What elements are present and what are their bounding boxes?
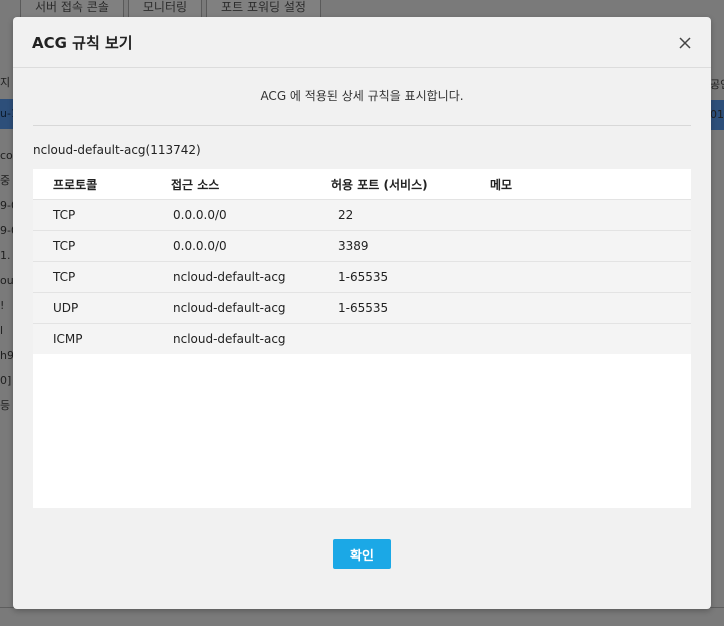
tab-monitoring[interactable]: 모니터링 — [127, 0, 203, 18]
bg-text: ! — [0, 299, 5, 312]
background-right-column: 공인 01 — [710, 72, 724, 130]
modal-title: ACG 규칙 보기 — [32, 34, 133, 52]
cell-source: ncloud-default-acg — [173, 270, 286, 284]
background-tabs: 서버 접속 콘솔 모니터링 포트 포워딩 설정 — [20, 0, 321, 18]
bg-text: 중 — [0, 174, 11, 187]
table-header: 프로토콜 접근 소스 허용 포트 (서비스) 메모 — [33, 169, 691, 200]
tab-server-console[interactable]: 서버 접속 콘솔 — [20, 0, 124, 18]
tab-port-forwarding[interactable]: 포트 포워딩 설정 — [206, 0, 321, 18]
close-icon — [679, 37, 691, 49]
cell-source: 0.0.0.0/0 — [173, 239, 227, 253]
divider — [33, 125, 691, 126]
bg-text: 1. — [0, 249, 11, 262]
header-protocol: 프로토콜 — [53, 177, 98, 192]
table-row: TCP 0.0.0.0/0 3389 — [33, 231, 691, 262]
cell-protocol: TCP — [53, 208, 76, 222]
bg-text: ou — [0, 274, 14, 287]
bg-text: 등 — [0, 399, 11, 412]
rules-table: 프로토콜 접근 소스 허용 포트 (서비스) 메모 TCP 0.0.0.0/0 … — [33, 169, 691, 508]
confirm-button[interactable]: 확인 — [333, 539, 391, 569]
cell-protocol: UDP — [53, 301, 79, 315]
header-port: 허용 포트 (서비스) — [331, 177, 428, 192]
bg-selected-row: 01 — [710, 100, 724, 130]
table-row: TCP 0.0.0.0/0 22 — [33, 200, 691, 231]
cell-port: 22 — [338, 208, 354, 222]
bg-text: col — [0, 149, 14, 162]
close-button[interactable] — [675, 33, 695, 53]
cell-source: ncloud-default-acg — [173, 301, 286, 315]
bg-text: 9-0 — [0, 224, 14, 237]
cell-protocol: ICMP — [53, 332, 83, 346]
cell-source: ncloud-default-acg — [173, 332, 286, 346]
cell-port: 1-65535 — [338, 270, 389, 284]
cell-protocol: TCP — [53, 270, 76, 284]
header-memo: 메모 — [490, 177, 513, 192]
table-row: UDP ncloud-default-acg 1-65535 — [33, 293, 691, 324]
table-row: ICMP ncloud-default-acg — [33, 324, 691, 354]
bg-text: l — [0, 324, 4, 337]
acg-name: ncloud-default-acg(113742) — [33, 143, 201, 157]
header-source: 접근 소스 — [171, 177, 220, 192]
bg-text: 9-0 — [0, 199, 14, 212]
table-row: TCP ncloud-default-acg 1-65535 — [33, 262, 691, 293]
background-left-column: 지 u-1 col 중 9-0 9-0 1. ou ! l h9 0] i 등 — [0, 70, 14, 418]
modal-description: ACG 에 적용된 상세 규칙을 표시합니다. — [260, 89, 464, 103]
bg-selected-row: u-1 — [0, 99, 14, 129]
modal-header: ACG 규칙 보기 — [13, 17, 711, 68]
cell-port: 3389 — [338, 239, 369, 253]
bg-text: 0] i — [0, 374, 14, 387]
bg-text: 지 — [0, 76, 11, 89]
cell-protocol: TCP — [53, 239, 76, 253]
bg-text: 공인 — [710, 78, 724, 91]
bg-text: h9 — [0, 349, 14, 362]
cell-source: 0.0.0.0/0 — [173, 208, 227, 222]
cell-port: 1-65535 — [338, 301, 389, 315]
acg-rules-modal: ACG 규칙 보기 ACG 에 적용된 상세 규칙을 표시합니다. ncloud… — [13, 17, 711, 609]
